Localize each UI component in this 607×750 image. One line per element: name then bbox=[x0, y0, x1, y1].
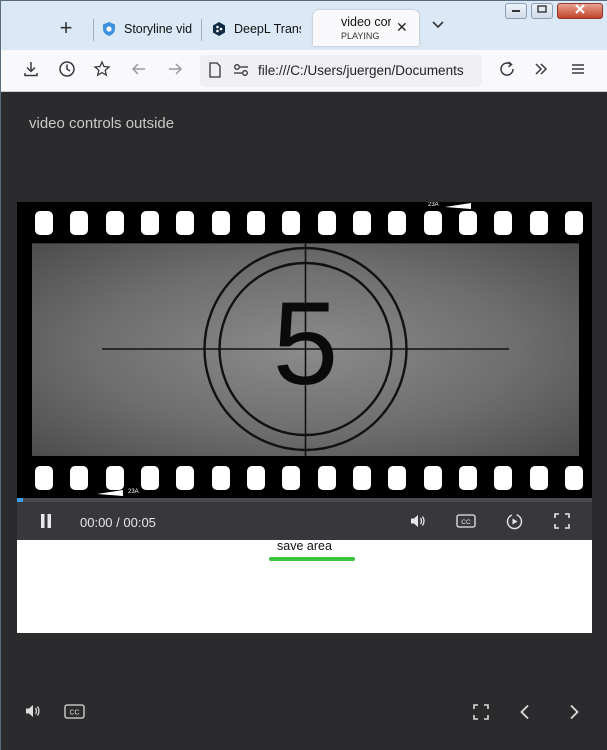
save-area-underline bbox=[269, 557, 355, 561]
shield-icon bbox=[101, 21, 117, 37]
fullscreen-icon bbox=[554, 513, 570, 529]
countdown-leader: 5 bbox=[32, 243, 579, 456]
new-tab-button[interactable]: + bbox=[51, 15, 81, 43]
fullscreen-icon bbox=[473, 704, 489, 720]
tab-video-controls[interactable]: video con PLAYING ✕ bbox=[313, 10, 419, 46]
edge-marker-icon bbox=[445, 203, 471, 209]
edge-marker-icon bbox=[97, 490, 123, 496]
video-control-bar: 00:00 / 00:05 CC bbox=[17, 502, 592, 540]
page-heading: video controls outside bbox=[29, 115, 175, 132]
tab-separator bbox=[93, 19, 94, 41]
save-area: save area bbox=[17, 539, 592, 633]
previous-button[interactable] bbox=[518, 704, 532, 723]
cc-icon: CC bbox=[456, 514, 476, 528]
video-player[interactable]: 23A 5 23A bbox=[17, 202, 592, 498]
time-display: 00:00 / 00:05 bbox=[80, 515, 156, 530]
list-all-tabs-icon[interactable] bbox=[431, 17, 445, 33]
address-bar[interactable]: file:///C:/Users/juergen/Documents bbox=[200, 55, 482, 87]
tab-separator bbox=[201, 19, 202, 41]
tab-title: video con bbox=[341, 15, 391, 29]
pause-icon bbox=[41, 514, 51, 528]
close-tab-icon[interactable]: ✕ bbox=[396, 19, 408, 36]
film-sprocket-row-bottom bbox=[35, 466, 583, 490]
outside-fullscreen-button[interactable] bbox=[473, 704, 489, 723]
volume-button[interactable] bbox=[409, 513, 427, 532]
fullscreen-button[interactable] bbox=[554, 513, 570, 532]
minimize-button[interactable] bbox=[505, 3, 527, 19]
forward-icon[interactable] bbox=[164, 60, 186, 82]
downloads-icon[interactable] bbox=[20, 60, 42, 82]
page-content: video controls outside 23A 5 23A 00:00 /… bbox=[1, 92, 607, 750]
save-area-label: save area bbox=[277, 539, 332, 553]
pause-button[interactable] bbox=[39, 513, 53, 532]
svg-text:CC: CC bbox=[461, 519, 471, 526]
edge-code: 23A bbox=[128, 489, 139, 495]
playback-speed-button[interactable] bbox=[506, 513, 523, 533]
speed-icon bbox=[506, 513, 523, 530]
chevron-left-icon bbox=[520, 704, 529, 720]
tab-deepl[interactable]: DeepL Transl bbox=[211, 12, 301, 46]
deepl-icon bbox=[211, 21, 227, 37]
extensions-icon[interactable] bbox=[91, 60, 113, 82]
reload-icon[interactable] bbox=[496, 60, 518, 82]
edge-code: 23A bbox=[428, 202, 439, 208]
cc-icon: CC bbox=[64, 704, 85, 719]
svg-text:CC: CC bbox=[69, 710, 79, 717]
history-icon[interactable] bbox=[56, 60, 78, 82]
tab-storyline[interactable]: Storyline vid bbox=[101, 12, 193, 46]
page-icon[interactable] bbox=[206, 62, 224, 80]
chevron-right-icon bbox=[570, 704, 579, 720]
tab-title: DeepL Transl bbox=[234, 22, 301, 36]
browser-window: + Storyline vid DeepL Transl video con P… bbox=[0, 0, 607, 750]
permissions-icon[interactable] bbox=[232, 62, 250, 80]
outside-volume-button[interactable] bbox=[24, 703, 42, 722]
close-window-button[interactable] bbox=[557, 3, 603, 19]
next-button[interactable] bbox=[567, 704, 581, 723]
back-icon[interactable] bbox=[128, 60, 150, 82]
overflow-chevron-icon[interactable] bbox=[530, 60, 552, 82]
url-text: file:///C:/Users/juergen/Documents bbox=[258, 63, 464, 78]
tab-title: Storyline vid bbox=[124, 22, 193, 36]
menu-icon[interactable] bbox=[567, 60, 589, 82]
outside-captions-button[interactable]: CC bbox=[64, 703, 85, 723]
countdown-digit: 5 bbox=[272, 278, 339, 410]
film-sprocket-row-top bbox=[35, 211, 583, 235]
tab-strip: + Storyline vid DeepL Transl video con P… bbox=[1, 1, 607, 50]
volume-icon bbox=[26, 705, 40, 717]
maximize-button[interactable] bbox=[531, 3, 553, 19]
volume-icon bbox=[411, 515, 425, 527]
captions-button[interactable]: CC bbox=[456, 513, 476, 532]
tab-playing-indicator: PLAYING bbox=[341, 31, 380, 41]
navigation-toolbar: file:///C:/Users/juergen/Documents bbox=[1, 50, 607, 92]
